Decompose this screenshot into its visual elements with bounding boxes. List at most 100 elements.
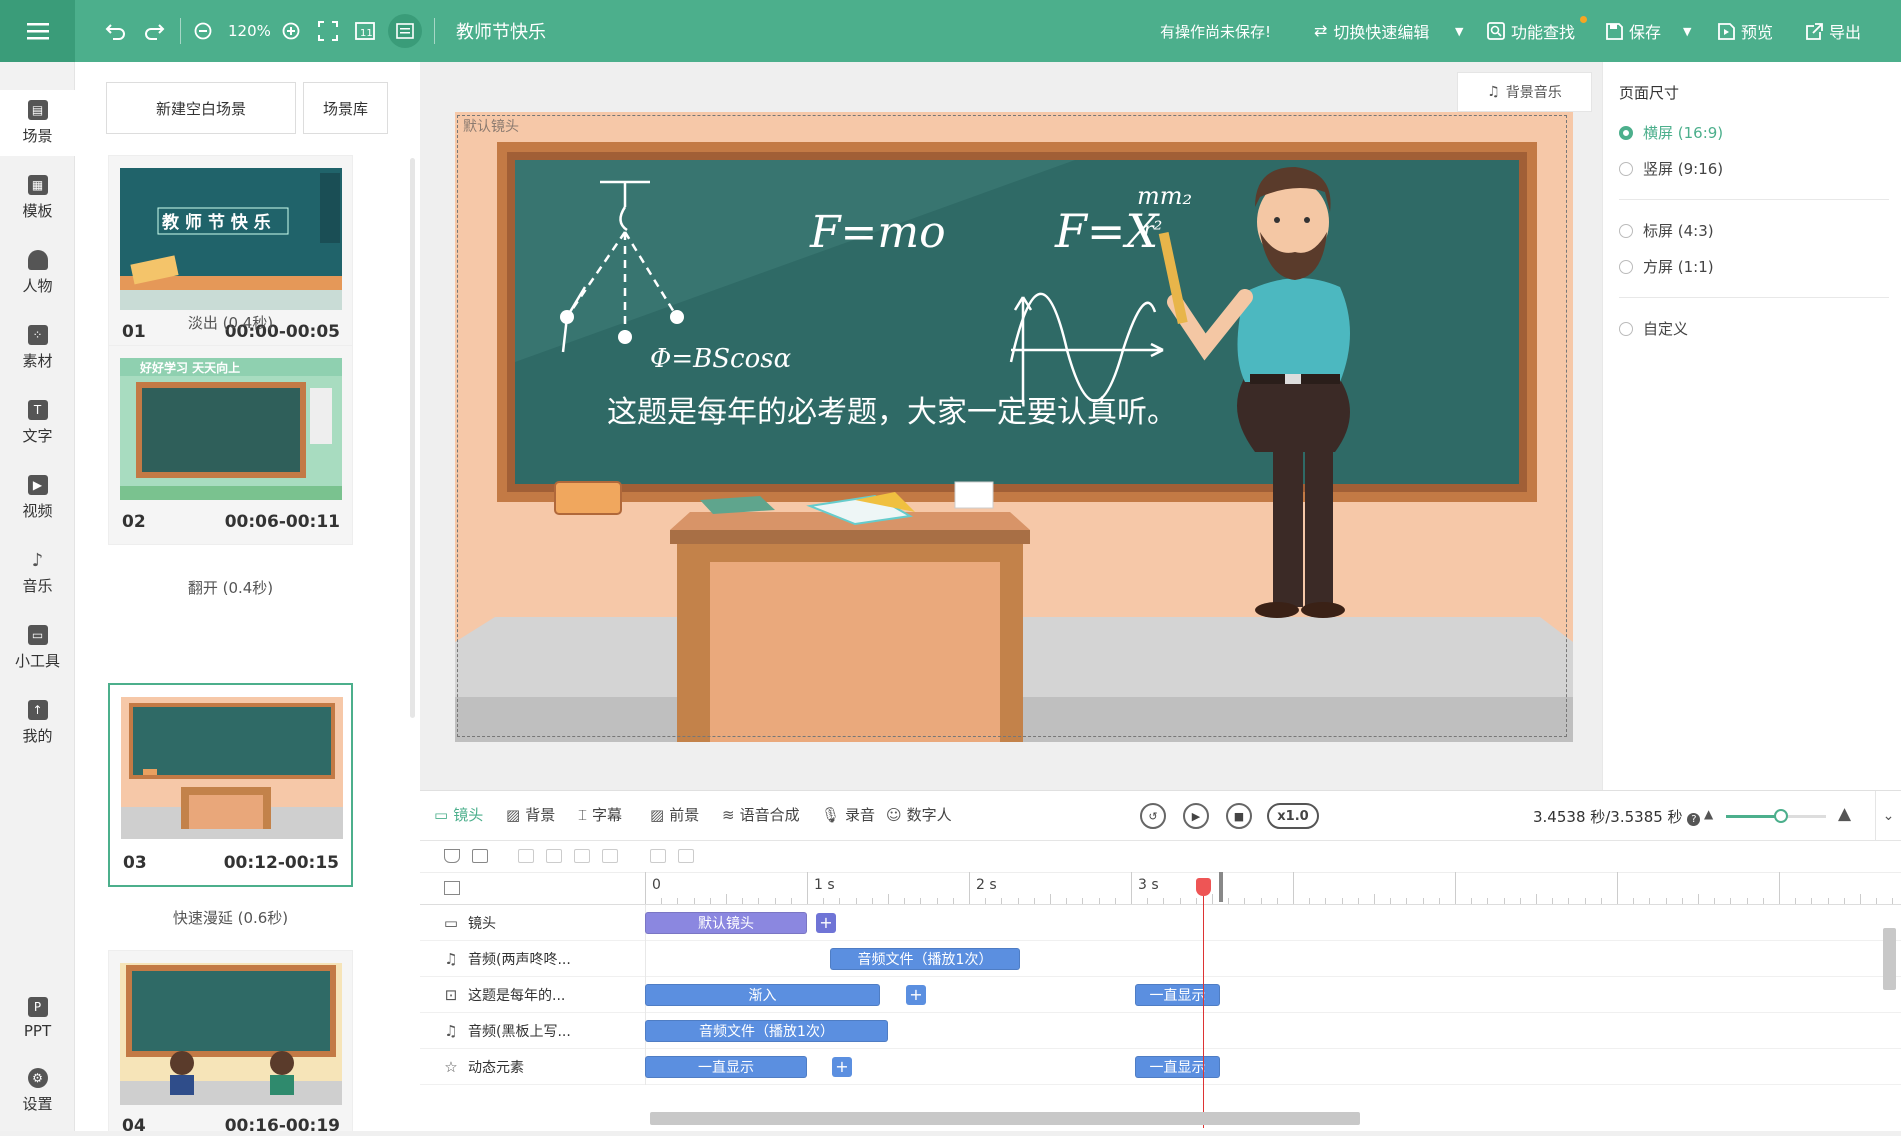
group-icon[interactable] xyxy=(472,849,488,863)
nav-ppt[interactable]: P PPT xyxy=(0,985,75,1051)
clip-default-lens[interactable]: 默认镜头 xyxy=(645,912,807,934)
ruler-tick xyxy=(1455,872,1456,904)
nav-video[interactable]: ▶ 视频 xyxy=(0,465,75,531)
zoom-in-mountain-icon[interactable]: ▲ xyxy=(1838,804,1851,824)
nav-person[interactable]: 人物 xyxy=(0,240,75,306)
timeline-zoom-slider[interactable] xyxy=(1726,809,1826,823)
zoom-in-button[interactable] xyxy=(282,0,300,62)
add-lens-button[interactable]: + xyxy=(816,913,836,933)
nav-tools[interactable]: ▭ 小工具 xyxy=(0,615,75,681)
zoom-slider-fill xyxy=(1726,815,1781,818)
speed-button[interactable]: x1.0 xyxy=(1267,803,1319,829)
ruler-tick xyxy=(1050,894,1051,904)
nav-scene[interactable]: ▤ 场景 xyxy=(0,90,75,156)
background-music-button[interactable]: ♫ 背景音乐 xyxy=(1457,72,1592,112)
stop-button[interactable]: ■ xyxy=(1226,803,1252,829)
tab-lens[interactable]: ▭ 镜头 xyxy=(434,804,483,825)
radio-custom[interactable]: 自定义 xyxy=(1619,318,1688,339)
new-blank-scene-button[interactable]: 新建空白场景 xyxy=(106,82,296,134)
video-icon: ▶ xyxy=(27,475,48,495)
scene-panel: 新建空白场景 场景库 教 师 节 快 乐 01 00:00-00:05 淡出 (… xyxy=(75,62,420,1136)
nav-template[interactable]: ▦ 模板 xyxy=(0,165,75,231)
project-title[interactable]: 教师节快乐 xyxy=(456,0,546,62)
play-button[interactable]: ▶ xyxy=(1183,803,1209,829)
transition-label[interactable]: 淡出 (0.4秒) xyxy=(108,312,353,333)
quick-edit-button[interactable]: ⇄ 切换快速编辑 xyxy=(1314,0,1429,62)
fit-screen-button[interactable] xyxy=(318,0,338,62)
tab-subtitle[interactable]: ⌶ 字幕 xyxy=(578,804,622,825)
scene-card-02[interactable]: 好好学习 天天向上 02 00:06-00:11 xyxy=(108,345,353,545)
scene-library-button[interactable]: 场景库 xyxy=(303,82,388,134)
tab-background[interactable]: ▨ 背景 xyxy=(506,804,555,825)
replay-button[interactable]: ↺ xyxy=(1140,803,1166,829)
filter-icon[interactable] xyxy=(444,849,460,863)
playhead-handle[interactable] xyxy=(1196,878,1211,896)
tab-record[interactable]: 🎙 录音 xyxy=(821,804,875,825)
track-lens[interactable]: ▭ 镜头 默认镜头 + xyxy=(420,905,1901,941)
clip-fade-in[interactable]: 渐入 xyxy=(645,984,880,1006)
tab-tts[interactable]: ≋ 语音合成 xyxy=(722,804,800,825)
help-icon[interactable]: ? xyxy=(1687,813,1701,826)
track-audio-2[interactable]: ♫ 音频(黑板上写... 音频文件（播放1次） xyxy=(420,1013,1901,1049)
quick-edit-dropdown[interactable]: ▼ xyxy=(1455,0,1463,62)
svg-text:好好学习 天天向上: 好好学习 天天向上 xyxy=(139,360,240,375)
nav-text[interactable]: T 文字 xyxy=(0,390,75,456)
redo-button[interactable] xyxy=(143,0,165,62)
preview-button[interactable]: 预览 xyxy=(1718,0,1773,62)
timeline-horizontal-scrollbar[interactable] xyxy=(650,1112,1360,1125)
safe-area-button[interactable] xyxy=(388,14,422,48)
save-button[interactable]: 保存 xyxy=(1606,0,1661,62)
redo-icon xyxy=(145,24,165,40)
zoom-in-icon xyxy=(282,22,300,40)
timeline-vertical-scrollbar[interactable] xyxy=(1883,928,1896,990)
ruler-label: 2 s xyxy=(976,877,997,893)
clip-always-show[interactable]: 一直显示 xyxy=(1135,1056,1220,1078)
default-lens-frame[interactable] xyxy=(457,115,1567,737)
transition-label[interactable]: 快速漫延 (0.6秒) xyxy=(108,907,353,928)
save-dropdown[interactable]: ▼ xyxy=(1683,0,1691,62)
radio-standard[interactable]: 标屏 (4:3) xyxy=(1619,220,1714,241)
ruler-tick xyxy=(904,898,906,904)
nav-mine[interactable]: ↑ 我的 xyxy=(0,690,75,756)
actual-size-button[interactable]: 11 xyxy=(355,0,375,62)
clip-audio-file[interactable]: 音频文件（播放1次） xyxy=(645,1020,888,1042)
zoom-out-button[interactable] xyxy=(194,0,212,62)
radio-portrait[interactable]: 竖屏 (9:16) xyxy=(1619,158,1723,179)
layers-icon[interactable] xyxy=(444,881,460,895)
add-effect-button[interactable]: + xyxy=(906,985,926,1005)
collapse-timeline-button[interactable]: ⌄ xyxy=(1875,791,1901,841)
nav-settings[interactable]: ⚙ 设置 xyxy=(0,1058,75,1124)
ruler-tick xyxy=(758,898,760,904)
timeline-end-marker[interactable] xyxy=(1219,872,1223,902)
ruler-tick xyxy=(1066,898,1068,904)
notification-dot xyxy=(1580,16,1587,23)
clip-always-show[interactable]: 一直显示 xyxy=(645,1056,807,1078)
scene-list-scrollbar[interactable] xyxy=(410,158,415,718)
zoom-out-mountain-icon[interactable]: ▲ xyxy=(1704,807,1713,821)
scene-time-range: 00:06-00:11 xyxy=(224,512,340,532)
scene-card-04[interactable]: 04 00:16-00:19 xyxy=(108,950,353,1136)
transition-label[interactable]: 翻开 (0.4秒) xyxy=(108,577,353,598)
ruler-tick xyxy=(1001,898,1003,904)
nav-material[interactable]: ⁘ 素材 xyxy=(0,315,75,381)
clip-audio-file[interactable]: 音频文件（播放1次） xyxy=(830,948,1020,970)
tab-foreground[interactable]: ▨ 前景 xyxy=(650,804,699,825)
radio-landscape[interactable]: 横屏 (16:9) xyxy=(1619,122,1723,143)
clip-always-show[interactable]: 一直显示 xyxy=(1135,984,1220,1006)
menu-button[interactable] xyxy=(0,0,75,62)
nav-music[interactable]: ♪ 音乐 xyxy=(0,540,75,606)
track-text[interactable]: ⊡ 这题是每年的... 渐入 + 一直显示 xyxy=(420,977,1901,1013)
hamburger-icon xyxy=(26,23,49,40)
add-effect-button[interactable]: + xyxy=(832,1057,852,1077)
feature-search-button[interactable]: 功能查找 xyxy=(1487,0,1575,62)
time-ruler[interactable]: 0 1 s 2 s 3 s xyxy=(420,872,1901,905)
radio-square[interactable]: 方屏 (1:1) xyxy=(1619,256,1714,277)
ruler-tick xyxy=(1114,898,1116,904)
zoom-slider-knob[interactable] xyxy=(1774,809,1788,823)
track-audio-1[interactable]: ♫ 音频(两声咚咚... 音频文件（播放1次） xyxy=(420,941,1901,977)
tab-digital-human[interactable]: ☺ 数字人 xyxy=(886,804,952,825)
scene-card-03[interactable]: 03 00:12-00:15 xyxy=(108,683,353,887)
export-button[interactable]: 导出 xyxy=(1806,0,1861,62)
undo-button[interactable] xyxy=(105,0,127,62)
track-dynamic[interactable]: ☆ 动态元素 一直显示 + 一直显示 xyxy=(420,1049,1901,1085)
